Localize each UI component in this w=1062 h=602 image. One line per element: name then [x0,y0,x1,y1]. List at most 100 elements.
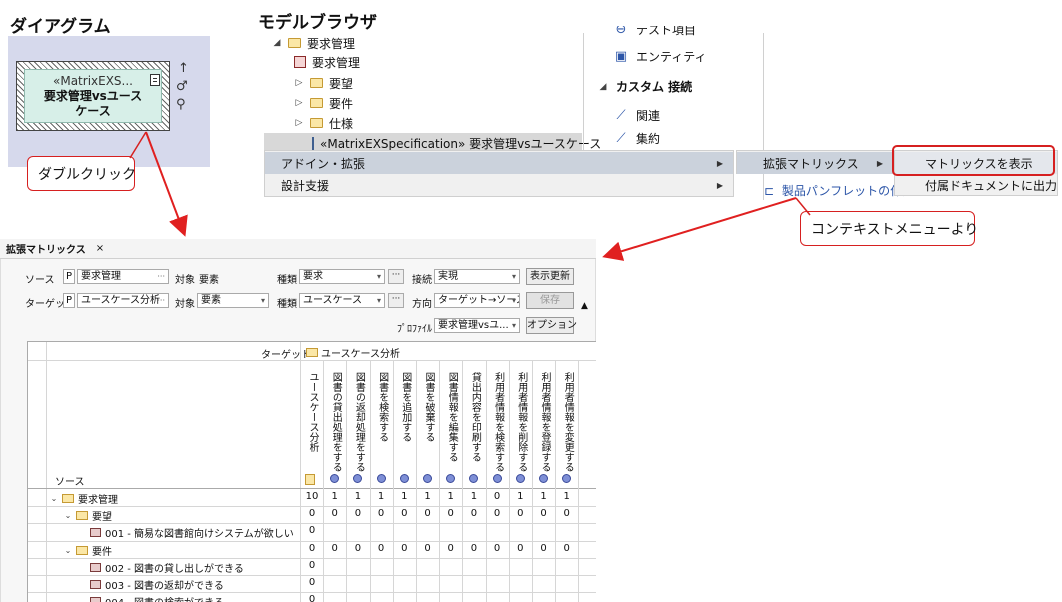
matrix-cell[interactable]: 1 [416,491,439,502]
usecase-icon [492,474,502,483]
chevron-down-icon: ▾ [376,296,381,305]
column-header[interactable]: 利用者情報を変更する [560,372,575,472]
close-icon[interactable]: × [96,243,104,254]
options-button[interactable]: オプション [526,317,577,334]
matrix-cell[interactable]: 1 [509,491,532,502]
column-header[interactable]: ユースケース分析 [305,372,320,452]
matrix-cell[interactable]: 0 [439,508,462,519]
refresh-button[interactable]: 表示更新 [526,268,574,285]
requirement-icon [90,580,101,589]
grid-target-package: ユースケース分析 [306,345,400,360]
direction-label: 方向 [412,299,432,310]
direction-select[interactable]: ターゲット→ソース ▾ [434,293,520,308]
column-header[interactable]: 利用者情報を削除する [514,372,529,472]
row-total-cell: 0 [308,542,316,554]
row-total-cell: 0 [308,559,316,571]
usecase-icon [330,474,340,483]
source-row[interactable]: ⌄ 要望 [64,508,112,523]
source-kind-select[interactable]: 要求 ▾ [299,269,385,284]
source-object-label: 対象 [175,275,195,286]
matrix-cell[interactable]: 0 [462,543,485,554]
matrix-cell[interactable]: 0 [323,508,346,519]
matrix-cell[interactable]: 0 [346,508,369,519]
matrix-grid: ターゲット ユースケース分析 ソース ユースケース分析 図書の貸出処理をする 図書の… [27,341,596,602]
source-row[interactable]: ⌄ 要求管理 [50,491,118,506]
matrix-cell[interactable]: 0 [462,508,485,519]
target-kind-select[interactable]: ユースケース ▾ [299,293,385,308]
chevron-down-icon[interactable]: ⌄ [50,494,58,503]
source-row[interactable]: 004 - 図書の検索ができる [78,594,224,602]
source-row-label: 要望 [92,512,112,524]
column-header[interactable]: 利用者情報を登録する [537,372,552,472]
matrix-cell[interactable]: 1 [555,491,578,502]
matrix-cell[interactable]: 0 [393,508,416,519]
column-header[interactable]: 利用者情報を検索する [491,372,506,472]
callout-pointer [795,197,811,216]
matrix-cell[interactable]: 0 [393,543,416,554]
source-row[interactable]: 003 - 図書の返却ができる [78,577,224,592]
source-kind-browse-button[interactable]: ··· [388,269,404,284]
matrix-cell[interactable]: 1 [462,491,485,502]
chevron-down-icon: ▾ [260,296,265,305]
matrix-cell[interactable]: 0 [509,543,532,554]
connection-select[interactable]: 実現 ▾ [434,269,520,284]
arrow-to-matrix-from-menu [602,197,797,261]
row-total-cell: 0 [308,594,316,602]
matrix-cell[interactable]: 0 [323,543,346,554]
grid-source-header: ソース [55,477,85,488]
matrix-cell[interactable]: 0 [486,491,509,502]
matrix-cell[interactable]: 0 [370,508,393,519]
matrix-cell[interactable]: 0 [555,508,578,519]
source-row[interactable]: 002 - 図書の貸し出しができる [78,560,244,575]
usecase-icon [423,474,432,483]
source-kind-label: 種類 [277,275,297,286]
matrix-cell[interactable]: 0 [555,543,578,554]
column-header[interactable]: 図書情報を編集する [444,372,459,462]
folder-icon [305,474,315,485]
chevron-down-icon[interactable]: ⌄ [64,511,72,520]
target-kind-browse-button[interactable]: ··· [388,293,404,308]
matrix-cell[interactable]: 1 [439,491,462,502]
source-row[interactable]: 001 - 簡易な図書館向けシステムが欲しい [78,525,294,540]
matrix-cell[interactable]: 1 [370,491,393,502]
matrix-cell[interactable]: 1 [393,491,416,502]
chevron-down-icon[interactable]: ⌄ [64,546,72,555]
usecase-icon [469,474,479,483]
callout-pointer [129,131,147,159]
matrix-cell[interactable]: 0 [370,543,393,554]
matrix-cell[interactable]: 0 [416,543,439,554]
matrix-cell[interactable]: 0 [486,508,509,519]
matrix-cell[interactable]: 0 [416,508,439,519]
matrix-cell[interactable]: 0 [532,508,555,519]
source-label: ソース [25,275,55,286]
column-header[interactable]: 図書を検索する [375,372,390,442]
column-header[interactable]: 図書の返却処理をする [351,372,366,472]
collapse-panel-icon[interactable]: ▲ [581,301,588,311]
column-header[interactable]: 図書の貸出処理をする [328,372,343,472]
requirement-icon [90,562,101,572]
source-row[interactable]: ⌄ 要件 [64,543,112,558]
matrix-cell[interactable]: 1 [323,491,346,502]
source-object-value: 要素 [199,275,219,286]
column-header[interactable]: 図書を追加する [398,372,413,442]
connection-label: 接続 [412,275,432,286]
matrix-cell[interactable]: 0 [509,508,532,519]
column-header[interactable]: 図書を破棄する [421,372,436,442]
tab-extended-matrix[interactable]: 拡張マトリックス × [0,239,110,259]
matrix-cell[interactable]: 1 [346,491,369,502]
matrix-cell[interactable]: 0 [439,543,462,554]
column-header[interactable]: 貸出内容を印刷する [467,372,482,462]
matrix-cell[interactable]: 1 [532,491,555,502]
source-row-label: 002 - 図書の貸し出しができる [105,563,244,575]
profile-select[interactable]: 要求管理vsユ... ▾ [434,318,520,333]
target-package-type: P [63,293,75,308]
matrix-cell[interactable]: 0 [486,543,509,554]
usecase-icon [562,474,572,483]
target-package-field[interactable]: ユースケース分析 ··· [77,293,169,308]
row-total-cell: 0 [308,508,316,520]
source-package-field[interactable]: 要求管理 ··· [77,269,169,284]
target-object-select[interactable]: 要素 ▾ [197,293,269,308]
save-button[interactable]: 保存 [526,292,574,309]
matrix-cell[interactable]: 0 [532,543,555,554]
matrix-cell[interactable]: 0 [346,543,369,554]
